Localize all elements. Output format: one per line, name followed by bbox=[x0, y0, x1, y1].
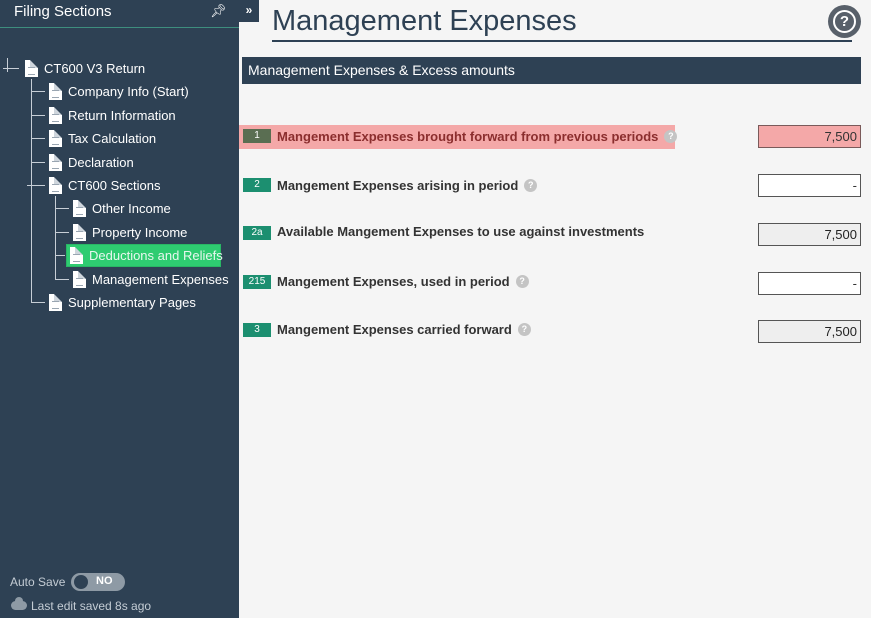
box-number-badge: 3 bbox=[243, 323, 271, 337]
tree-item-ct600-sections[interactable]: CT600 Sections bbox=[49, 175, 161, 195]
row-label-text: Mangement Expenses, used in period bbox=[277, 274, 510, 289]
sidebar-header: Filing Sections 📌︎ bbox=[0, 0, 239, 28]
document-icon bbox=[49, 129, 62, 147]
tree-item-label: Supplementary Pages bbox=[68, 294, 196, 310]
row-label: Mangement Expenses arising in period ? bbox=[277, 178, 538, 193]
document-icon bbox=[49, 293, 62, 311]
document-icon bbox=[49, 82, 62, 100]
tree-item-other-income[interactable]: Other Income bbox=[73, 198, 171, 218]
tree-item-tax-calculation[interactable]: Tax Calculation bbox=[49, 128, 156, 148]
box-2a-value-readonly: 7,500 bbox=[758, 223, 861, 246]
help-question-icon[interactable]: ? bbox=[517, 323, 531, 336]
tree-line bbox=[31, 302, 45, 303]
autosave-state: NO bbox=[96, 575, 113, 587]
tree-line bbox=[55, 255, 65, 256]
box-number-badge: 215 bbox=[243, 275, 271, 289]
document-icon bbox=[25, 59, 38, 77]
row-label-text: Available Mangement Expenses to use agai… bbox=[277, 224, 645, 239]
tree-line bbox=[55, 279, 69, 280]
tree-line bbox=[27, 185, 45, 186]
tree-item-label: Property Income bbox=[92, 224, 188, 240]
last-edit-status: Last edit saved 8s ago bbox=[31, 599, 152, 613]
section-title: Management Expenses & Excess amounts bbox=[248, 62, 515, 78]
tree-item-ct600-v3-return[interactable]: CT600 V3 Return bbox=[25, 58, 145, 78]
document-icon bbox=[49, 153, 62, 171]
help-question-icon[interactable]: ? bbox=[664, 130, 678, 143]
section-header: Management Expenses & Excess amounts bbox=[242, 57, 861, 84]
tree-item-management-expenses[interactable]: Management Expenses bbox=[73, 269, 229, 289]
box-number-badge: 1 bbox=[243, 129, 271, 143]
tree-item-property-income[interactable]: Property Income bbox=[73, 222, 187, 242]
toggle-knob bbox=[74, 575, 88, 589]
sidebar: Filing Sections 📌︎ CT600 V3 Return Compa… bbox=[0, 0, 239, 618]
tree-item-label: Declaration bbox=[68, 154, 134, 170]
help-question-icon[interactable]: ? bbox=[515, 275, 529, 288]
document-icon bbox=[73, 270, 86, 288]
tree-line bbox=[31, 115, 45, 116]
box-number-badge: 2 bbox=[243, 178, 271, 192]
row-label: Mangement Expenses, used in period ? bbox=[277, 274, 529, 289]
row-label-text: Mangement Expenses carried forward bbox=[277, 322, 512, 337]
document-icon bbox=[70, 247, 83, 264]
tree-item-label: CT600 V3 Return bbox=[44, 60, 146, 76]
row-label: Available Mangement Expenses to use agai… bbox=[277, 224, 644, 239]
tree-item-deductions-and-reliefs[interactable]: Deductions and Reliefs bbox=[66, 244, 223, 267]
tree-item-label: Other Income bbox=[92, 200, 171, 216]
tree-item-label: Tax Calculation bbox=[68, 130, 157, 146]
tree-line bbox=[31, 162, 45, 163]
box-215-value-input[interactable]: - bbox=[758, 272, 861, 295]
collapse-sidebar-button[interactable]: » bbox=[239, 0, 259, 22]
row-label-text: Mangement Expenses arising in period bbox=[277, 178, 519, 193]
document-icon bbox=[49, 106, 62, 124]
help-icon: ? bbox=[839, 13, 850, 30]
row-label: Mangement Expenses carried forward ? bbox=[277, 322, 531, 337]
tree-item-label: CT600 Sections bbox=[68, 177, 161, 193]
help-question-icon[interactable]: ? bbox=[524, 179, 538, 192]
pin-icon[interactable]: 📌︎ bbox=[210, 3, 227, 19]
tree-line bbox=[31, 91, 45, 92]
tree-item-company-info[interactable]: Company Info (Start) bbox=[49, 81, 189, 101]
box-1-value-input[interactable]: 7,500 bbox=[758, 125, 861, 148]
document-icon bbox=[73, 199, 86, 217]
title-underline bbox=[272, 40, 852, 42]
tree-line bbox=[3, 68, 19, 69]
row-label-text: Mangement Expenses brought forward from … bbox=[277, 129, 659, 144]
autosave-label: Auto Save bbox=[10, 575, 66, 589]
box-number-badge: 2a bbox=[243, 226, 271, 240]
tree-line bbox=[55, 232, 69, 233]
tree-item-label: Management Expenses bbox=[92, 271, 229, 287]
tree-line bbox=[55, 208, 69, 209]
tree-item-label: Company Info (Start) bbox=[68, 83, 189, 99]
cloud-icon bbox=[11, 597, 27, 610]
tree-line bbox=[31, 138, 45, 139]
tree-item-label: Return Information bbox=[68, 107, 176, 123]
autosave-toggle[interactable]: NO bbox=[71, 573, 125, 591]
tree-line bbox=[7, 58, 8, 72]
box-3-value-readonly: 7,500 bbox=[758, 320, 861, 343]
tree-item-return-information[interactable]: Return Information bbox=[49, 105, 176, 125]
sidebar-title: Filing Sections bbox=[14, 3, 112, 20]
tree-line bbox=[31, 79, 32, 303]
document-icon bbox=[73, 223, 86, 241]
tree-item-declaration[interactable]: Declaration bbox=[49, 152, 134, 172]
tree-item-label: Deductions and Reliefs bbox=[89, 248, 223, 263]
box-2-value-input[interactable]: - bbox=[758, 174, 861, 197]
help-button[interactable]: ? bbox=[828, 5, 861, 38]
row-label: Mangement Expenses brought forward from … bbox=[277, 129, 678, 144]
document-icon bbox=[49, 176, 62, 194]
page-title: Management Expenses bbox=[272, 5, 577, 37]
tree-item-supplementary-pages[interactable]: Supplementary Pages bbox=[49, 292, 196, 312]
